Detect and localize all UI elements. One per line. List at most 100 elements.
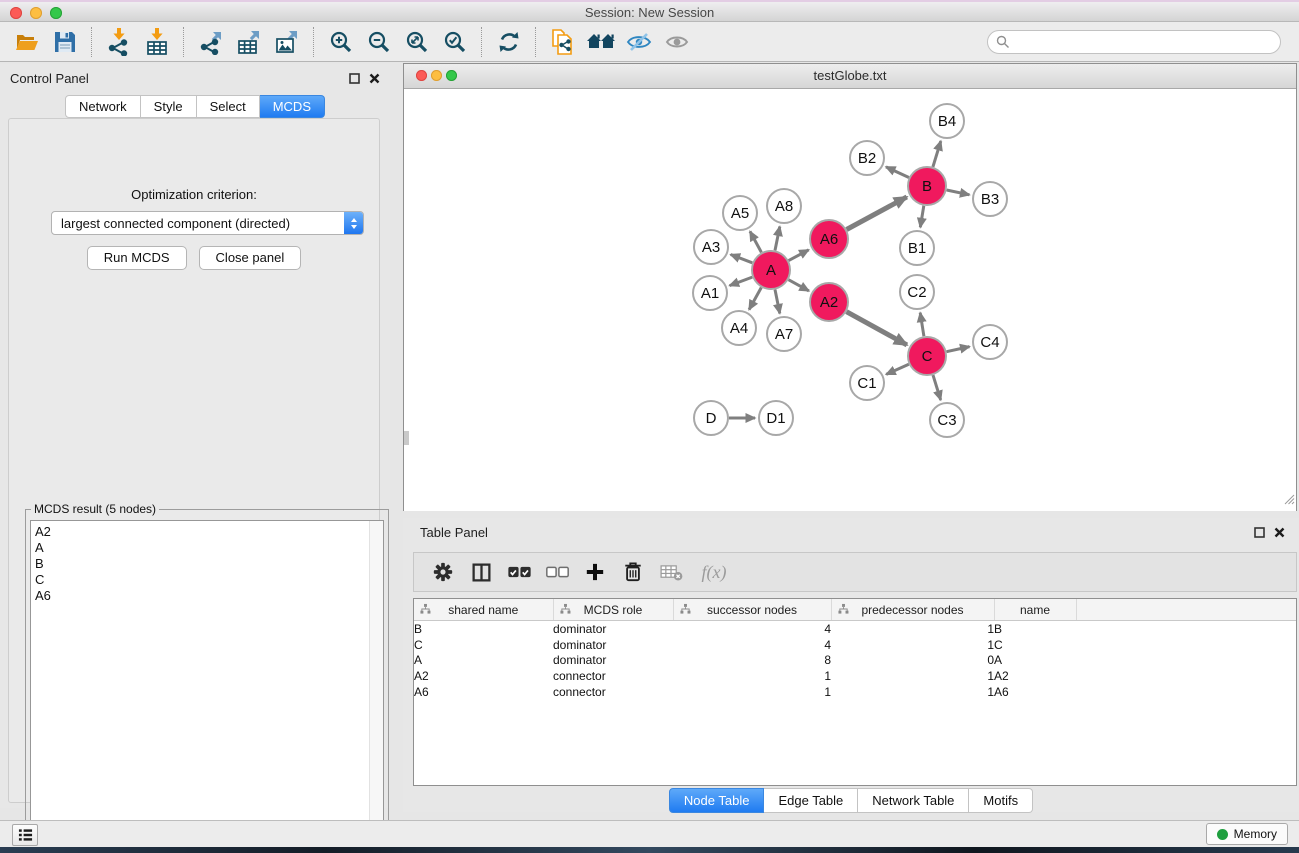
table-cell[interactable]: 1 [831, 684, 994, 700]
table-cell[interactable]: 1 [831, 621, 994, 637]
graph-edge[interactable] [730, 277, 753, 286]
graph-node[interactable]: A3 [694, 230, 728, 264]
network-from-file-button[interactable] [544, 25, 582, 59]
export-network-button[interactable] [192, 25, 230, 59]
column-header-successor-nodes[interactable]: successor nodes [673, 599, 831, 621]
table-cell[interactable]: B [994, 621, 1076, 637]
show-details-button[interactable] [658, 25, 696, 59]
float-panel-icon[interactable] [349, 73, 360, 84]
graph-node[interactable]: A8 [767, 189, 801, 223]
graph-edge[interactable] [749, 288, 761, 310]
graph-node[interactable]: A4 [722, 311, 756, 345]
save-session-button[interactable] [46, 25, 84, 59]
table-cell[interactable]: A6 [414, 684, 553, 700]
graph-edge[interactable] [920, 206, 924, 228]
zoom-selected-button[interactable] [436, 25, 474, 59]
search-field[interactable] [987, 30, 1281, 54]
graph-node[interactable]: D1 [759, 401, 793, 435]
column-header-shared-name[interactable]: shared name [414, 599, 553, 621]
tab-style[interactable]: Style [141, 95, 197, 118]
close-panel-icon[interactable] [1274, 527, 1285, 538]
graph-node[interactable]: A7 [767, 317, 801, 351]
network-canvas[interactable]: B4B2BB3A8A5A6A3B1AA1C2A2A4A7C4CC1C3DD1 [404, 89, 1296, 511]
graph-node[interactable]: A5 [723, 196, 757, 230]
export-image-button[interactable] [268, 25, 306, 59]
table-row[interactable]: A2connector11A2 [414, 668, 1296, 684]
graph-node[interactable]: C4 [973, 325, 1007, 359]
graph-edge[interactable] [886, 364, 909, 374]
graph-edge[interactable] [789, 250, 809, 261]
graph-edge[interactable] [920, 313, 924, 337]
import-network-button[interactable] [100, 25, 138, 59]
graph-node[interactable]: B1 [900, 231, 934, 265]
table-row[interactable]: Cdominator41C [414, 637, 1296, 653]
table-cell[interactable]: 1 [831, 637, 994, 653]
search-input[interactable] [1010, 32, 1280, 52]
graph-edge[interactable] [750, 231, 761, 252]
table-cell[interactable]: A6 [994, 684, 1076, 700]
hide-details-button[interactable] [620, 25, 658, 59]
graph-node[interactable]: C [908, 337, 946, 375]
node-table[interactable]: shared name MCDS role succ [413, 598, 1297, 786]
open-session-button[interactable] [8, 25, 46, 59]
table-row[interactable]: A6connector11A6 [414, 684, 1296, 700]
table-cell[interactable]: 1 [673, 684, 831, 700]
table-settings-button[interactable] [426, 556, 460, 588]
criterion-dropdown[interactable]: largest connected component (directed) [51, 211, 364, 235]
refresh-button[interactable] [490, 25, 528, 59]
table-cell[interactable]: 4 [673, 637, 831, 653]
graph-node[interactable]: C3 [930, 403, 964, 437]
graph-edge[interactable] [947, 190, 970, 195]
tab-network-table[interactable]: Network Table [858, 788, 969, 813]
mcds-result-item[interactable]: B [31, 556, 369, 572]
close-panel-icon[interactable] [369, 73, 380, 84]
run-mcds-button[interactable]: Run MCDS [87, 246, 187, 270]
table-cell[interactable]: connector [553, 684, 673, 700]
graph-node[interactable]: A1 [693, 276, 727, 310]
mcds-result-item[interactable]: A2 [31, 524, 369, 540]
home-button[interactable] [582, 25, 620, 59]
graph-edge[interactable] [886, 167, 909, 178]
zoom-fit-button[interactable] [398, 25, 436, 59]
table-cell[interactable]: dominator [553, 653, 673, 669]
mcds-result-item[interactable]: C [31, 572, 369, 588]
tab-mcds[interactable]: MCDS [260, 95, 325, 118]
table-cell[interactable]: 1 [673, 668, 831, 684]
close-panel-button[interactable]: Close panel [199, 246, 302, 270]
export-table-button[interactable] [230, 25, 268, 59]
list-scrollbar[interactable] [369, 521, 383, 846]
function-builder-button[interactable]: f(x) [692, 556, 736, 588]
graph-edge[interactable] [789, 280, 809, 291]
graph-edge[interactable] [731, 255, 753, 263]
graph-edge[interactable] [933, 375, 941, 400]
table-cell[interactable]: connector [553, 668, 673, 684]
graph-edge[interactable] [775, 290, 780, 314]
graph-edge[interactable] [775, 227, 780, 251]
graph-edge[interactable] [933, 141, 941, 167]
table-cell[interactable]: A2 [414, 668, 553, 684]
table-cell[interactable]: C [994, 637, 1076, 653]
resize-grip-icon[interactable] [1282, 492, 1295, 510]
graph-node[interactable]: B4 [930, 104, 964, 138]
graph-node[interactable]: A [752, 251, 790, 289]
column-header-mcds-role[interactable]: MCDS role [553, 599, 673, 621]
table-cell[interactable]: A [994, 653, 1076, 669]
table-cell[interactable]: dominator [553, 621, 673, 637]
table-cell[interactable]: A2 [994, 668, 1076, 684]
table-cell[interactable]: 1 [831, 668, 994, 684]
float-panel-icon[interactable] [1254, 527, 1265, 538]
graph-node[interactable]: A6 [810, 220, 848, 258]
memory-button[interactable]: Memory [1206, 823, 1288, 845]
table-cell[interactable]: 8 [673, 653, 831, 669]
mcds-result-item[interactable]: A [31, 540, 369, 556]
table-cell[interactable]: 4 [673, 621, 831, 637]
show-column-panel-button[interactable] [464, 556, 498, 588]
unselect-all-columns-button[interactable] [540, 556, 574, 588]
table-cell[interactable]: C [414, 637, 553, 653]
delete-columns-button[interactable] [616, 556, 650, 588]
table-cell[interactable]: 0 [831, 653, 994, 669]
graph-node[interactable]: B [908, 167, 946, 205]
graph-node[interactable]: C2 [900, 275, 934, 309]
graph-node[interactable]: A2 [810, 283, 848, 321]
tab-network[interactable]: Network [65, 95, 141, 118]
